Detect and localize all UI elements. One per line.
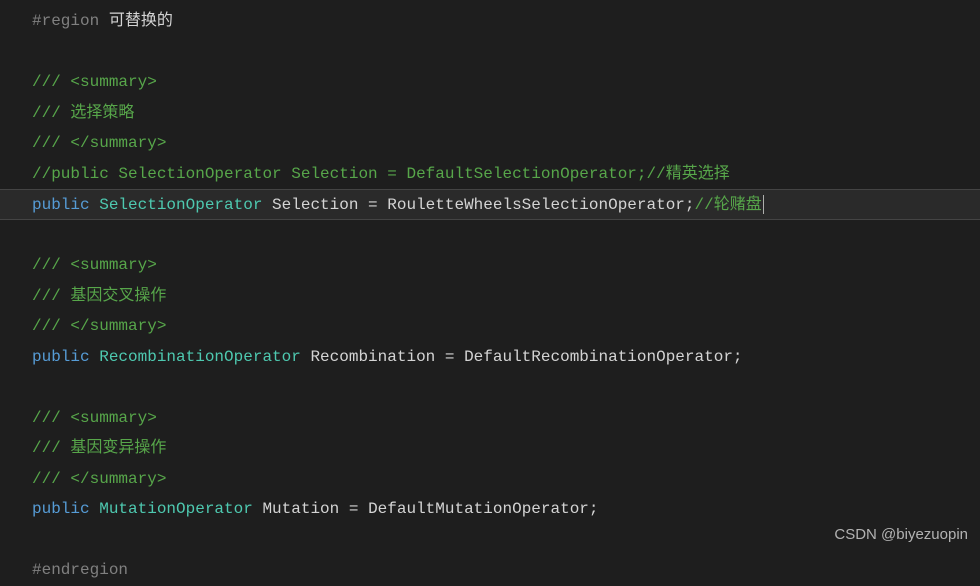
code-line: #region 可替换的 xyxy=(32,6,980,37)
keyword-public: public xyxy=(32,500,90,518)
code-text: Recombination = DefaultRecombinationOper… xyxy=(301,348,743,366)
active-code-line[interactable]: public SelectionOperator Selection = Rou… xyxy=(0,189,980,220)
xml-doc-summary-open: /// <summary> xyxy=(32,409,157,427)
xml-doc-summary-close: /// </summary> xyxy=(32,470,166,488)
inline-comment: //轮赌盘 xyxy=(695,196,762,214)
code-line: //public SelectionOperator Selection = D… xyxy=(32,159,980,190)
code-line: /// </summary> xyxy=(32,128,980,159)
region-label: 可替换的 xyxy=(99,12,173,30)
keyword-public: public xyxy=(32,196,90,214)
code-line: /// <summary> xyxy=(32,67,980,98)
xml-doc-summary-close: /// </summary> xyxy=(32,317,166,335)
code-editor[interactable]: #region 可替换的 /// <summary> /// 选择策略 /// … xyxy=(0,0,980,586)
code-line: /// </summary> xyxy=(32,464,980,495)
xml-doc-summary-open: /// <summary> xyxy=(32,256,157,274)
text-cursor xyxy=(763,195,764,214)
xml-doc-text: /// 基因交叉操作 xyxy=(32,287,166,305)
code-line: public RecombinationOperator Recombinati… xyxy=(32,342,980,373)
code-line: /// 基因变异操作 xyxy=(32,433,980,464)
xml-doc-summary-open: /// <summary> xyxy=(32,73,157,91)
code-line: /// </summary> xyxy=(32,311,980,342)
xml-doc-text: /// 选择策略 xyxy=(32,104,134,122)
xml-doc-summary-close: /// </summary> xyxy=(32,134,166,152)
type-name: SelectionOperator xyxy=(90,196,263,214)
code-line: #endregion xyxy=(32,555,980,586)
code-line: /// 基因交叉操作 xyxy=(32,281,980,312)
code-line: /// 选择策略 xyxy=(32,98,980,129)
empty-line xyxy=(32,372,980,403)
commented-code: //public SelectionOperator Selection = D… xyxy=(32,165,730,183)
endregion-directive: #endregion xyxy=(32,561,128,579)
region-directive: #region xyxy=(32,12,99,30)
code-text: Mutation = DefaultMutationOperator; xyxy=(253,500,599,518)
watermark-text: CSDN @biyezuopin xyxy=(834,521,968,550)
code-line: /// <summary> xyxy=(32,250,980,281)
code-text: Selection = RouletteWheelsSelectionOpera… xyxy=(262,196,694,214)
xml-doc-text: /// 基因变异操作 xyxy=(32,439,166,457)
type-name: RecombinationOperator xyxy=(90,348,301,366)
code-line: /// <summary> xyxy=(32,403,980,434)
empty-line xyxy=(32,220,980,251)
empty-line xyxy=(32,37,980,68)
type-name: MutationOperator xyxy=(90,500,253,518)
keyword-public: public xyxy=(32,348,90,366)
